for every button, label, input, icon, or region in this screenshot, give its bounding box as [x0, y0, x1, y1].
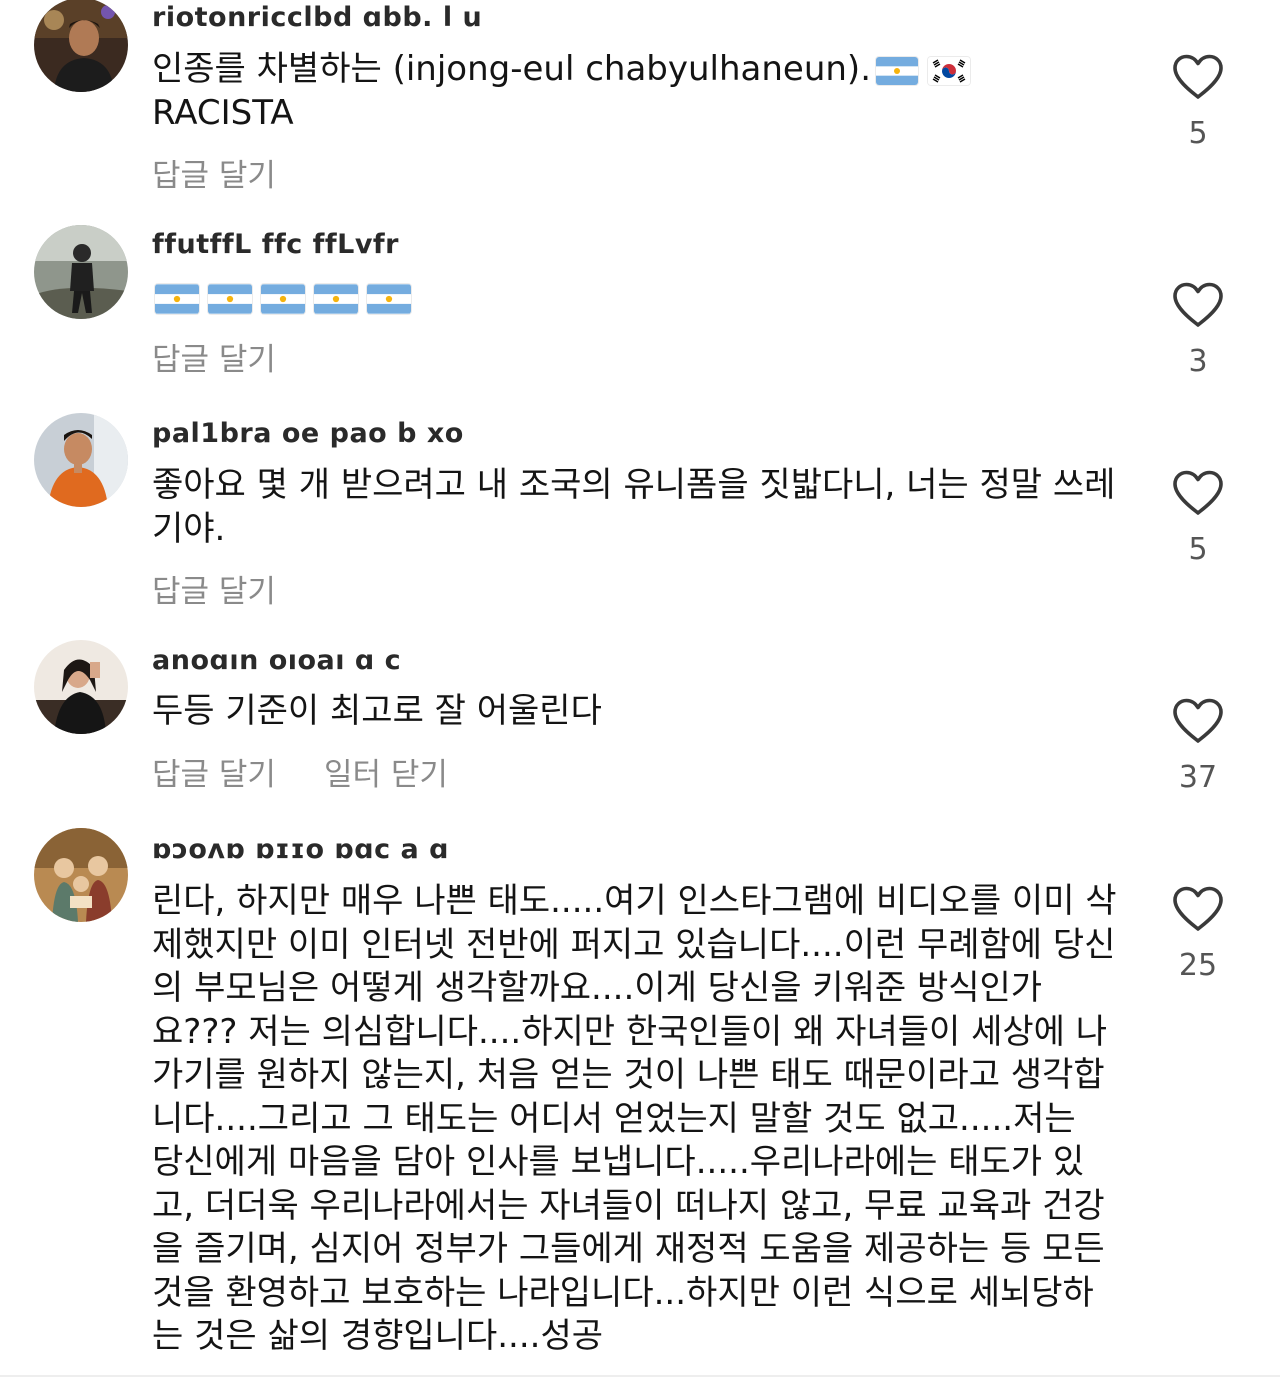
reply-button[interactable]: 답글 달기 — [152, 749, 276, 794]
comment-username[interactable]: anoɑın oıoaı ɑ c — [152, 645, 401, 676]
comment-username[interactable]: riotonricclbd ɑbb. l u — [152, 2, 482, 33]
comment-username[interactable]: ɒɔoʌɒ ɒɪɪo ɒɑc a ɑ — [152, 834, 449, 865]
comment-actions: 답글 달기 — [152, 566, 276, 611]
like-button[interactable]: 5 — [1168, 470, 1228, 567]
like-count: 5 — [1188, 532, 1208, 567]
avatar[interactable] — [34, 828, 128, 922]
comment-actions: 답글 달기 일터 닫기 — [152, 749, 448, 794]
comment-text: 두등 기준이 최고로 잘 어울린다 — [152, 691, 602, 731]
hide-replies-button[interactable]: 일터 닫기 — [324, 749, 448, 794]
comment-text-line: 인종를 차별하는 (injong-eul chabyulhaneun). — [152, 49, 871, 89]
avatar[interactable] — [34, 413, 128, 507]
comment-text: 인종를 차별하는 (injong-eul chabyulhaneun). RAC… — [152, 48, 1117, 135]
comment-actions: 답글 달기 — [152, 334, 276, 379]
reply-button[interactable]: 답글 달기 — [152, 566, 276, 611]
divider — [0, 1375, 1280, 1377]
like-button[interactable]: 5 — [1168, 54, 1228, 151]
comment-text: 린다, 하지만 매우 나쁜 태도.....여기 인스타그램에 비디오를 이미 삭… — [152, 881, 1117, 1356]
avatar[interactable] — [34, 225, 128, 319]
avatar[interactable] — [34, 640, 128, 734]
comment-text — [151, 276, 1116, 320]
argentina-flag-icon — [155, 284, 199, 314]
comment-text: 좋아요 몇 개 받으려고 내 조국의 유니폼을 짓밟다니, 너는 정말 쓰레기야… — [152, 465, 1116, 549]
argentina-flag-icon — [367, 284, 411, 314]
comment-username[interactable]: pal1bra oe pao b xo — [152, 418, 464, 449]
argentina-flag-icon — [208, 284, 252, 314]
argentina-flag-icon — [261, 284, 305, 314]
like-count: 37 — [1178, 760, 1218, 795]
comment-username[interactable]: ffutffL ffc ffLvfr — [152, 229, 399, 260]
like-count: 5 — [1188, 116, 1208, 151]
like-button[interactable]: 3 — [1168, 282, 1228, 379]
reply-button[interactable]: 답글 달기 — [152, 150, 276, 195]
heart-outline-icon[interactable] — [1172, 282, 1224, 328]
south-korea-flag-icon — [928, 57, 970, 85]
like-button[interactable]: 25 — [1168, 886, 1228, 983]
argentina-flag-icon — [314, 284, 358, 314]
comment-actions: 답글 달기 — [152, 150, 276, 195]
like-count: 25 — [1178, 948, 1218, 983]
heart-outline-icon[interactable] — [1172, 470, 1224, 516]
comment-text-line: RACISTA — [152, 92, 294, 133]
argentina-flag-icon — [876, 57, 918, 85]
like-button[interactable]: 37 — [1168, 698, 1228, 795]
reply-button[interactable]: 답글 달기 — [152, 334, 276, 379]
like-count: 3 — [1188, 344, 1208, 379]
heart-outline-icon[interactable] — [1172, 54, 1224, 100]
heart-outline-icon[interactable] — [1172, 698, 1224, 744]
heart-outline-icon[interactable] — [1172, 886, 1224, 932]
avatar[interactable] — [34, 0, 128, 92]
